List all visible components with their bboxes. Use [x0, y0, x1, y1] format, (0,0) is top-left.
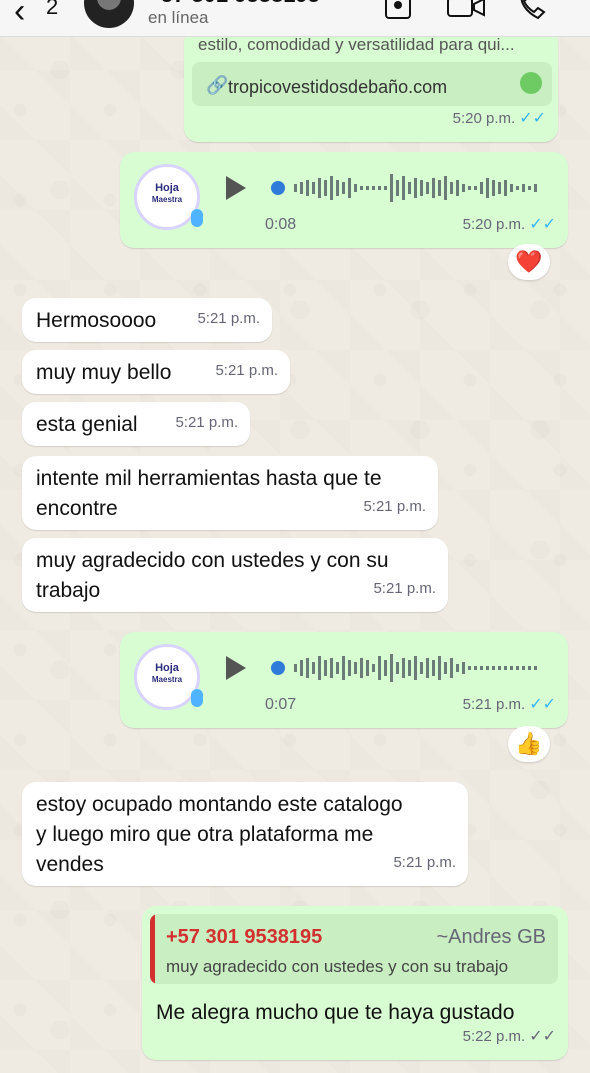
message-time: 5:21 p.m. [197, 310, 260, 327]
message-text: muy muy bello [36, 361, 172, 384]
incoming-message[interactable]: esta genial 5:21 p.m. [22, 402, 250, 446]
read-receipt-icon: ✓✓ [519, 110, 546, 127]
open-link-icon[interactable] [520, 72, 542, 94]
quote-text: muy agradecido con ustedes y con su trab… [166, 957, 509, 976]
outgoing-audio-message[interactable]: Hoja Maestra 0:07 5:21 p.m. ✓✓ [120, 632, 568, 728]
incoming-message[interactable]: intente mil herramientas hasta que te enc… [22, 456, 438, 530]
message-time: 5:21 p.m. ✓✓ [462, 696, 556, 713]
contact-card-icon[interactable] [380, 0, 416, 20]
message-text: esta genial [36, 413, 138, 436]
audio-waveform[interactable] [270, 650, 546, 686]
audio-sender-avatar: Hoja Maestra [134, 644, 203, 710]
quoted-message[interactable]: +57 301 9538195 ~Andres GB muy agradecid… [150, 914, 558, 984]
read-receipt-icon: ✓✓ [529, 216, 556, 233]
message-time: 5:20 p.m. ✓✓ [462, 216, 556, 233]
quote-alias: ~Andres GB [436, 926, 546, 948]
outgoing-reply-message[interactable]: +57 301 9538195 ~Andres GB muy agradecid… [142, 906, 568, 1060]
back-chevron-icon[interactable]: ‹ [14, 0, 25, 31]
chat-header: ‹ 2 +57 301 9538195 en línea [0, 0, 590, 37]
incoming-message[interactable]: Hermosoooo 5:21 p.m. [22, 298, 272, 342]
delivered-receipt-icon: ✓✓ [529, 1028, 556, 1045]
message-time: 5:22 p.m. ✓✓ [462, 1028, 556, 1045]
contact-name[interactable]: +57 301 9538195 [148, 0, 320, 8]
message-time: 5:21 p.m. [363, 498, 426, 515]
message-text: Me alegra mucho que te haya gustado [156, 1001, 515, 1024]
message-time: 5:21 p.m. [373, 580, 436, 597]
contact-status: en línea [148, 8, 209, 27]
outgoing-audio-message[interactable]: Hoja Maestra 0:08 5:20 p.m. ✓✓ [120, 152, 568, 248]
quote-bar [150, 914, 155, 984]
play-icon[interactable] [226, 656, 246, 680]
incoming-message[interactable]: estoy ocupado montando este catalogo y lu… [22, 782, 468, 886]
outgoing-link-message[interactable]: estilo, comodidad y versatilidad para qu… [184, 28, 558, 142]
audio-sender-avatar: Hoja Maestra [134, 164, 203, 230]
quote-sender: +57 301 9538195 [166, 926, 323, 948]
link-url[interactable]: tropicovestidosdebaño.com [228, 72, 447, 102]
audio-duration: 0:07 [265, 696, 297, 713]
incoming-message[interactable]: muy muy bello 5:21 p.m. [22, 350, 290, 394]
play-icon[interactable] [226, 176, 246, 200]
back-unread-count[interactable]: 2 [46, 0, 58, 20]
message-text: muy agradecido con ustedes y con su traba… [36, 549, 389, 602]
message-time: 5:21 p.m. [215, 362, 278, 379]
message-time: 5:20 p.m. ✓✓ [452, 110, 546, 127]
microphone-icon [191, 209, 203, 227]
message-text: Hermosoooo [36, 309, 157, 332]
message-text: estoy ocupado montando este catalogo y lu… [36, 793, 403, 876]
contact-avatar[interactable] [84, 0, 134, 28]
phone-call-icon[interactable] [516, 0, 548, 20]
link-preview[interactable]: 🔗 tropicovestidosdebaño.com [192, 62, 552, 106]
heart-reaction-icon[interactable]: ❤️ [508, 244, 550, 280]
incoming-message[interactable]: muy agradecido con ustedes y con su traba… [22, 538, 448, 612]
video-call-icon[interactable] [446, 0, 486, 20]
read-receipt-icon: ✓✓ [529, 696, 556, 713]
microphone-icon [191, 689, 203, 707]
message-time: 5:21 p.m. [175, 414, 238, 431]
audio-waveform[interactable] [270, 170, 546, 206]
audio-duration: 0:08 [265, 216, 297, 233]
message-text: intente mil herramientas hasta que te enc… [36, 467, 382, 520]
link-chain-icon: 🔗 [206, 75, 229, 95]
thumbs-up-reaction-icon[interactable]: 👍 [508, 726, 550, 762]
message-time: 5:21 p.m. [393, 854, 456, 871]
